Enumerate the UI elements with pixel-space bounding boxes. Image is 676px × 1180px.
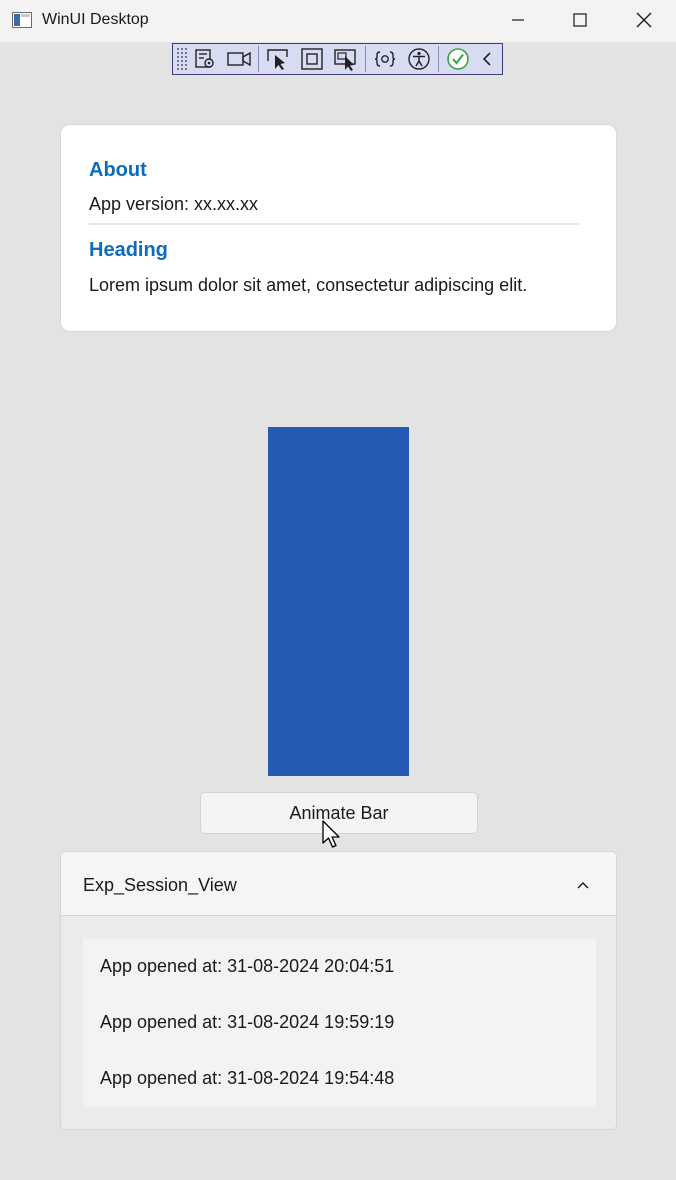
minimize-icon — [512, 19, 524, 21]
check-icon — [447, 48, 469, 70]
maximize-button[interactable] — [548, 0, 612, 40]
record-icon — [227, 51, 251, 67]
maximize-icon — [573, 13, 587, 27]
display-layout-adorners-icon — [301, 48, 323, 70]
list-item: App opened at: 31-08-2024 20:04:51 — [100, 956, 395, 976]
expander-title: Exp_Session_View — [83, 875, 237, 895]
minimize-button[interactable] — [486, 0, 550, 40]
section-heading: Heading — [89, 239, 168, 261]
toolbar-separator — [438, 46, 439, 72]
visual-tree-button[interactable] — [188, 44, 222, 74]
body-text: Lorem ipsum dolor sit amet, consectetur … — [89, 275, 528, 295]
chevron-up-icon — [577, 882, 589, 889]
session-list: App opened at: 31-08-2024 20:04:51 App o… — [83, 939, 596, 1107]
accessibility-button[interactable] — [402, 44, 436, 74]
select-element-icon — [267, 49, 288, 70]
toolbar-separator — [258, 46, 259, 72]
expander-header[interactable]: Exp_Session_View — [61, 852, 616, 916]
debug-toolbar — [172, 43, 503, 75]
app-version-text: App version: xx.xx.xx — [89, 194, 259, 214]
track-focus-icon — [334, 49, 356, 71]
track-focus-button[interactable] — [329, 44, 363, 74]
about-card: About App version: xx.xx.xx Heading Lore… — [60, 124, 617, 332]
list-item: App opened at: 31-08-2024 19:59:19 — [100, 1012, 395, 1032]
check-button[interactable] — [441, 44, 475, 74]
collapse-toolbar-button[interactable] — [475, 44, 499, 74]
display-layout-adorners-button[interactable] — [295, 44, 329, 74]
window-title: WinUI Desktop — [42, 11, 149, 28]
hot-reload-button[interactable] — [368, 44, 402, 74]
expander-toggle[interactable] — [565, 870, 601, 900]
app-icon — [12, 12, 32, 28]
list-item: App opened at: 31-08-2024 19:54:48 — [100, 1068, 395, 1088]
divider — [89, 223, 579, 225]
session-expander: Exp_Session_View App opened at: 31-08-20… — [60, 851, 617, 1130]
visual-tree-icon — [195, 49, 214, 68]
record-button[interactable] — [222, 44, 256, 74]
accessibility-icon — [408, 48, 430, 70]
close-icon — [636, 12, 652, 28]
about-heading: About — [89, 159, 147, 181]
close-button[interactable] — [612, 0, 676, 40]
collapse-chevron-icon — [482, 52, 491, 66]
animated-bar — [268, 427, 409, 776]
hot-reload-icon — [374, 51, 396, 67]
title-bar: WinUI Desktop — [0, 0, 676, 42]
mouse-cursor-icon — [322, 820, 340, 848]
toolbar-separator — [365, 46, 366, 72]
select-element-button[interactable] — [261, 44, 295, 74]
grip-icon[interactable] — [176, 47, 188, 71]
